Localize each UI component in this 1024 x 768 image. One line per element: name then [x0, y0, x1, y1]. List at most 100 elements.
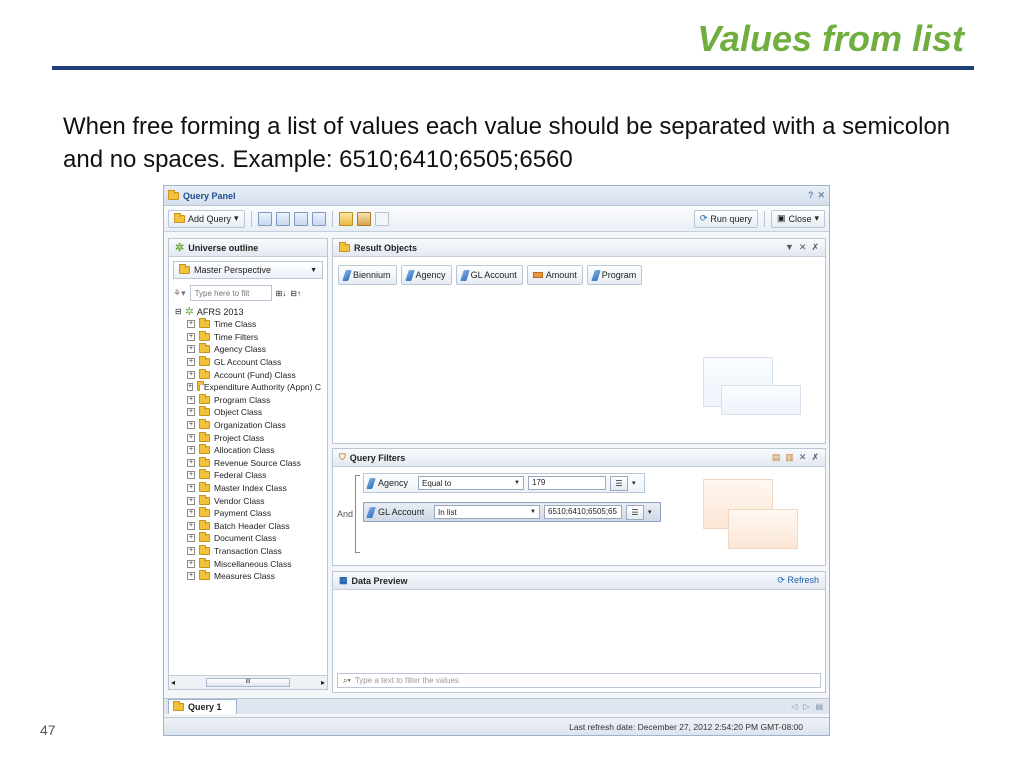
tree-item[interactable]: + Expenditure Authority (Appn) C	[175, 381, 321, 394]
list-of-values-icon[interactable]: ☰	[626, 504, 644, 520]
collapse-icon[interactable]: ⊟	[175, 307, 182, 316]
tab-list-icon[interactable]: ▤	[815, 702, 823, 711]
scroll-left-icon[interactable]: ◂	[171, 678, 175, 687]
query-properties-icon[interactable]	[338, 211, 353, 226]
expand-icon[interactable]: +	[187, 345, 195, 354]
result-object-chip[interactable]: Agency	[400, 265, 452, 285]
filter-operator-select[interactable]: Equal to ▼	[418, 476, 524, 490]
tree-item[interactable]: + Account (Fund) Class	[175, 368, 321, 381]
filter-row[interactable]: Agency Equal to ▼ 179 ☰ ▾	[363, 473, 645, 493]
tree-item[interactable]: + Measures Class	[175, 570, 321, 583]
edit-filter-icon[interactable]: ▥	[785, 452, 794, 463]
scroll-thumb[interactable]: III	[206, 678, 290, 687]
tree-item[interactable]: + Time Filters	[175, 330, 321, 344]
add-query-button[interactable]: Add Query ▾	[168, 209, 245, 228]
combined-query-icon[interactable]	[356, 211, 371, 226]
expand-icon[interactable]: +	[187, 458, 195, 467]
expand-icon[interactable]: +	[187, 572, 195, 581]
tree-item[interactable]: + Time Class	[175, 318, 321, 331]
run-query-button[interactable]: ⟳ Run query	[693, 209, 758, 228]
tree-item[interactable]: + Object Class	[175, 406, 321, 419]
folder-icon	[199, 544, 210, 555]
view-filters-icon[interactable]	[293, 211, 308, 226]
filter-funnel-icon[interactable]: ▼	[785, 242, 794, 253]
preview-filter-input[interactable]: ⌕▾ Type a text to filter the values	[337, 673, 821, 688]
chevron-down-icon[interactable]: ▾	[632, 479, 636, 487]
expand-icon[interactable]: +	[187, 320, 195, 329]
expand-icon[interactable]: +	[187, 496, 195, 505]
expand-icon[interactable]: +	[187, 332, 195, 341]
expand-icon[interactable]: +	[187, 421, 195, 430]
tab-query-1[interactable]: Query 1	[168, 699, 237, 714]
result-object-chip[interactable]: Amount	[526, 265, 583, 285]
tree-item-label: Project Class	[214, 432, 265, 443]
view-script-icon[interactable]	[374, 211, 389, 226]
add-filter-icon[interactable]: ▤	[772, 452, 781, 463]
scroll-right-icon[interactable]: ▸	[321, 678, 325, 687]
tree-item[interactable]: + Organization Class	[175, 419, 321, 432]
view-preview-icon[interactable]	[311, 211, 326, 226]
filter-operator-select[interactable]: In list ▼	[434, 505, 540, 519]
expand-icon[interactable]: +	[187, 383, 194, 392]
expand-icon[interactable]: +	[187, 433, 195, 442]
remove-all-icon[interactable]: ✗	[811, 452, 819, 463]
tree-root[interactable]: ⊟ ✲ AFRS 2013	[175, 305, 321, 318]
tree-item[interactable]: + Transaction Class	[175, 544, 321, 558]
chevron-down-icon[interactable]: ▾	[648, 508, 652, 516]
expand-icon[interactable]: +	[187, 471, 195, 480]
perspective-select[interactable]: Master Perspective ▼	[173, 261, 323, 279]
expand-icon[interactable]: +	[187, 446, 195, 455]
outline-filter-input[interactable]	[189, 285, 272, 301]
outline-filter-row: ⚘▾ ⊞↓ ⊟↑	[169, 283, 327, 303]
expand-icon[interactable]: +	[187, 370, 195, 379]
tree-item-label: Measures Class	[214, 571, 275, 582]
tree-item[interactable]: + Master Index Class	[175, 482, 321, 495]
tree-item[interactable]: + Revenue Source Class	[175, 456, 321, 470]
expand-icon[interactable]: +	[187, 521, 195, 530]
tree-item[interactable]: + Miscellaneous Class	[175, 557, 321, 570]
tree-item[interactable]: + Agency Class	[175, 343, 321, 356]
tree-item[interactable]: + GL Account Class	[175, 356, 321, 369]
outline-horizontal-scrollbar[interactable]: ◂ III ▸	[169, 675, 327, 689]
remove-all-icon[interactable]: ✗	[811, 242, 819, 253]
close-button[interactable]: ▣ Close ▾	[770, 209, 825, 228]
tab-prev-icon[interactable]: ◁	[791, 702, 797, 711]
expand-icon[interactable]: +	[187, 408, 195, 417]
help-icon[interactable]: ?	[808, 190, 814, 201]
tab-next-icon[interactable]: ▷	[803, 702, 809, 711]
expand-icon[interactable]: +	[187, 534, 195, 543]
folder-icon	[199, 406, 210, 417]
result-object-chip[interactable]: Program	[586, 265, 643, 285]
filter-operand-input[interactable]: 6510;6410;6505;65	[544, 505, 622, 519]
and-operator-label[interactable]: And	[337, 509, 353, 519]
expand-all-icon[interactable]: ⊞↓	[276, 289, 287, 298]
dimension-icon	[404, 269, 415, 281]
tree-item[interactable]: + Federal Class	[175, 469, 321, 482]
tree-item[interactable]: + Allocation Class	[175, 444, 321, 457]
list-of-values-icon[interactable]: ☰	[610, 475, 628, 491]
collapse-all-icon[interactable]: ⊟↑	[290, 289, 301, 298]
expand-icon[interactable]: +	[187, 395, 195, 404]
tree-item[interactable]: + Batch Header Class	[175, 519, 321, 533]
tree-item[interactable]: + Payment Class	[175, 507, 321, 520]
tree-item[interactable]: + Document Class	[175, 532, 321, 545]
object-filter-icon[interactable]: ⚘▾	[173, 288, 186, 299]
expand-icon[interactable]: +	[187, 484, 195, 493]
filter-row[interactable]: GL Account In list ▼ 6510;6410;6505;65 ☰…	[363, 502, 661, 522]
expand-icon[interactable]: +	[187, 546, 195, 555]
result-object-chip[interactable]: GL Account	[455, 265, 523, 285]
remove-icon[interactable]: ✕	[799, 242, 807, 253]
window-close-icon[interactable]: ✕	[817, 190, 825, 201]
refresh-button[interactable]: ⟳ Refresh	[777, 575, 819, 586]
expand-icon[interactable]: +	[187, 358, 195, 367]
expand-icon[interactable]: +	[187, 509, 195, 518]
expand-icon[interactable]: +	[187, 559, 195, 568]
view-objects-icon[interactable]	[275, 211, 290, 226]
filter-operand-input[interactable]: 179	[528, 476, 606, 490]
result-object-chip[interactable]: Biennium	[338, 265, 397, 285]
tree-item[interactable]: + Vendor Class	[175, 494, 321, 507]
tree-item[interactable]: + Project Class	[175, 431, 321, 444]
view-outline-icon[interactable]	[257, 211, 272, 226]
remove-icon[interactable]: ✕	[799, 452, 807, 463]
tree-item[interactable]: + Program Class	[175, 393, 321, 407]
